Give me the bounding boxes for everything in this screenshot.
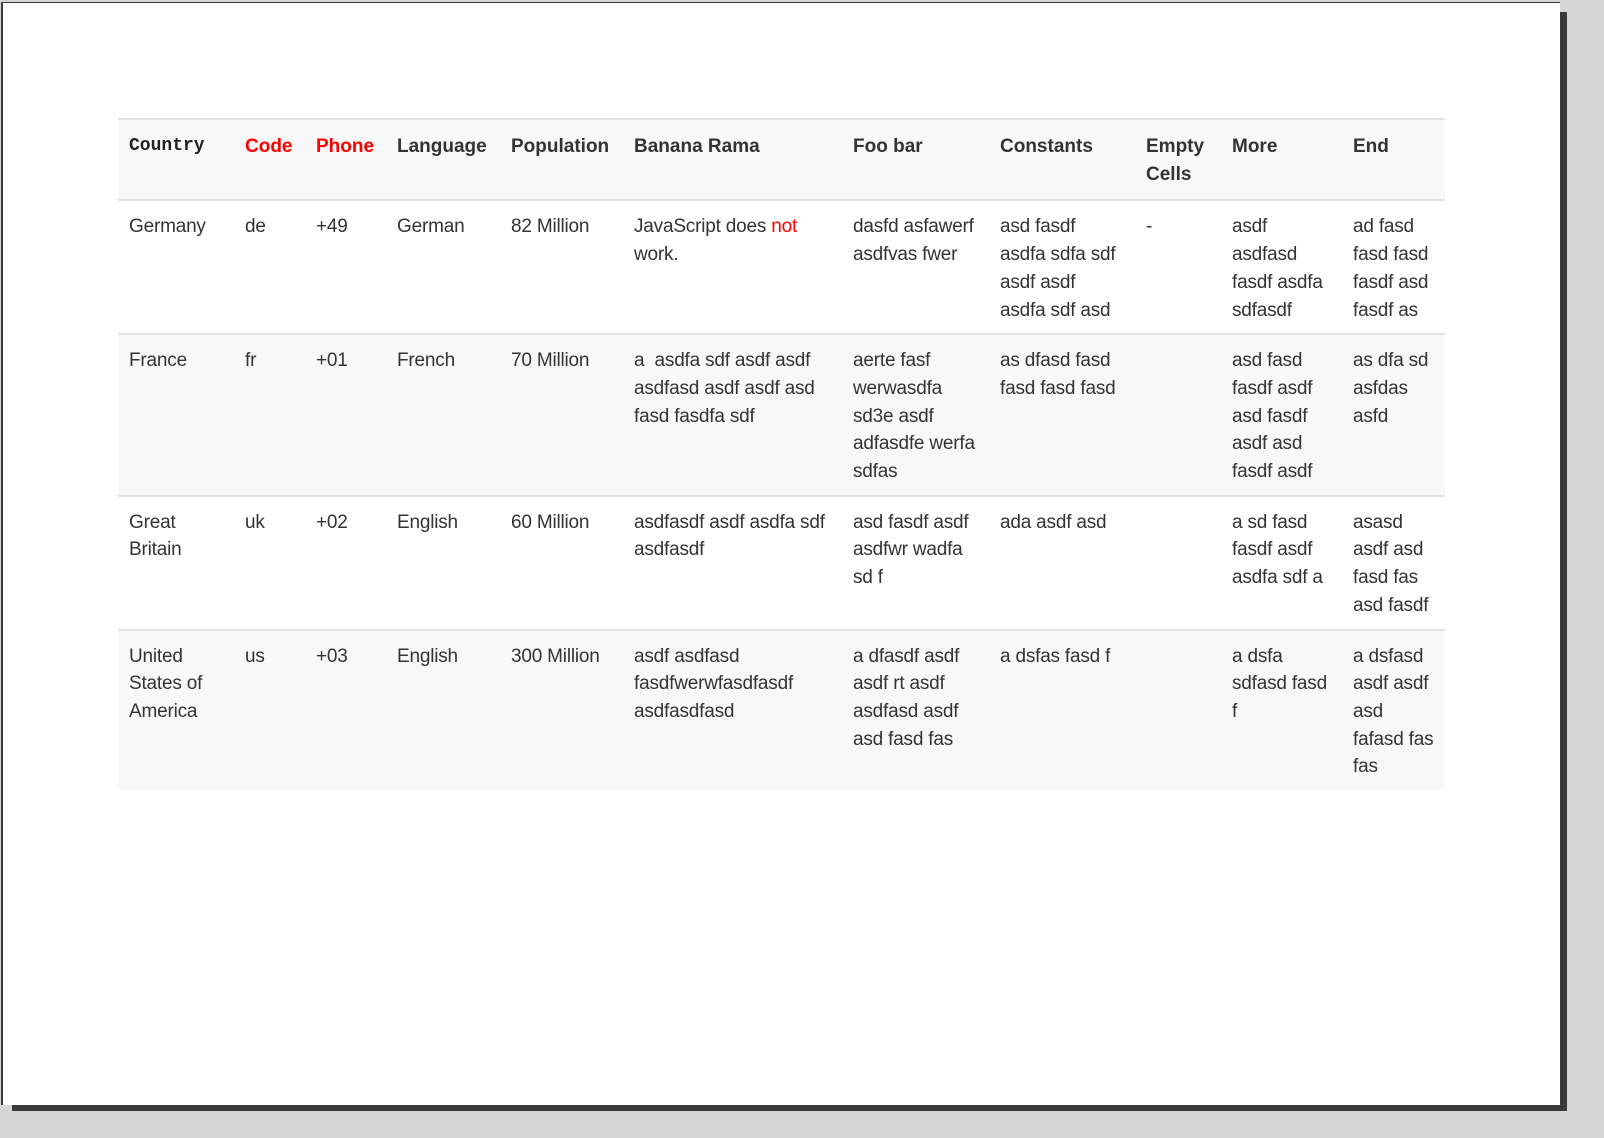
header-population: Population — [500, 117, 623, 201]
cell-banana-rama: asdfasdf asdf asdfa sdf asdfasdf — [623, 494, 842, 630]
cell-empty-cells — [1135, 494, 1221, 630]
cell-more: asdf asdfasd fasdf asdfa sdfasdf — [1221, 199, 1342, 335]
cell-more: asd fasd fasdf asdf asd fasdf asdf asd f… — [1221, 333, 1342, 496]
cell-banana-rama: JavaScript does not work. — [623, 199, 842, 335]
cell-code: de — [234, 199, 305, 335]
cell-end: as dfa sd asfdas asfd — [1342, 333, 1445, 496]
cell-empty-cells — [1135, 628, 1221, 791]
text-normal: JavaScript does — [634, 216, 772, 238]
cell-constants: asd fasdf asdfa sdfa sdf asdf asdf asdfa… — [989, 199, 1135, 335]
cell-constants: a dsfas fasd f — [989, 628, 1135, 791]
cell-country: France — [118, 333, 234, 496]
cell-banana-rama: asdf asdfasd fasdfwerwfasdfasdf asdfasdf… — [623, 628, 842, 791]
header-country: Country — [118, 117, 234, 201]
header-foo-bar: Foo bar — [842, 117, 989, 201]
cell-code: fr — [234, 333, 305, 496]
cell-population: 60 Million — [500, 494, 623, 630]
text-normal: asdfasdf asdf asdfa sdf asdfasdf — [634, 511, 825, 561]
table-row: United States of America us +03 English … — [118, 628, 1445, 791]
cell-empty-cells — [1135, 333, 1221, 496]
header-phone: Phone — [305, 117, 386, 201]
cell-code: us — [234, 628, 305, 791]
cell-banana-rama: a asdfa sdf asdf asdf asdfasd asdf asdf … — [623, 333, 842, 496]
header-more: More — [1221, 117, 1342, 201]
cell-more: a sd fasd fasdf asdf asdfa sdf a — [1221, 494, 1342, 630]
cell-phone: +02 — [305, 494, 386, 630]
text-normal: asdf asdfasd fasdfwerwfasdfasdf asdfasdf… — [634, 645, 794, 722]
cell-phone: +49 — [305, 199, 386, 335]
text-highlight: not — [771, 216, 798, 238]
text-normal: a asdfa sdf asdf asdf asdfasd asdf asdf … — [634, 350, 820, 427]
cell-more: a dsfa sdfasd fasd f — [1221, 628, 1342, 791]
table-row: Great Britain uk +02 English 60 Million … — [118, 494, 1445, 630]
cell-phone: +03 — [305, 628, 386, 791]
header-empty-cells: Empty Cells — [1135, 117, 1221, 201]
cell-end: ad fasd fasd fasd fasdf asd fasdf as — [1342, 199, 1445, 335]
header-end: End — [1342, 117, 1445, 201]
cell-language: English — [386, 628, 500, 791]
cell-country: Germany — [118, 199, 234, 335]
country-table: Country Code Phone Language Population B… — [118, 117, 1445, 791]
cell-country: Great Britain — [118, 494, 234, 630]
cell-foo-bar: a dfasdf asdf asdf rt asdf asdfasd asdf … — [842, 628, 989, 791]
cell-end: asasd asdf asd fasd fas asd fasdf — [1342, 494, 1445, 630]
cell-population: 300 Million — [500, 628, 623, 791]
cell-foo-bar: asd fasdf asdf asdfwr wadfa sd f — [842, 494, 989, 630]
cell-empty-cells: - — [1135, 199, 1221, 335]
table-row: France fr +01 French 70 Million a asdfa … — [118, 333, 1445, 496]
cell-code: uk — [234, 494, 305, 630]
cell-constants: as dfasd fasd fasd fasd fasd — [989, 333, 1135, 496]
table-row: Germany de +49 German 82 Million JavaScr… — [118, 199, 1445, 335]
cell-foo-bar: aerte fasf werwasdfa sd3e asdf adfasdfe … — [842, 333, 989, 496]
text-normal: work. — [634, 244, 679, 266]
cell-end: a dsfasd asdf asdf asd fafasd fas fas — [1342, 628, 1445, 791]
cell-population: 70 Million — [500, 333, 623, 496]
header-language: Language — [386, 117, 500, 201]
cell-language: French — [386, 333, 500, 496]
header-constants: Constants — [989, 117, 1135, 201]
cell-language: English — [386, 494, 500, 630]
cell-population: 82 Million — [500, 199, 623, 335]
cell-language: German — [386, 199, 500, 335]
document-page: Country Code Phone Language Population B… — [1, 2, 1560, 1105]
cell-constants: ada asdf asd — [989, 494, 1135, 630]
table-header-row: Country Code Phone Language Population B… — [118, 117, 1445, 201]
cell-country: United States of America — [118, 628, 234, 791]
cell-foo-bar: dasfd asfawerf asdfvas fwer — [842, 199, 989, 335]
cell-phone: +01 — [305, 333, 386, 496]
header-banana-rama: Banana Rama — [623, 117, 842, 201]
header-code: Code — [234, 117, 305, 201]
